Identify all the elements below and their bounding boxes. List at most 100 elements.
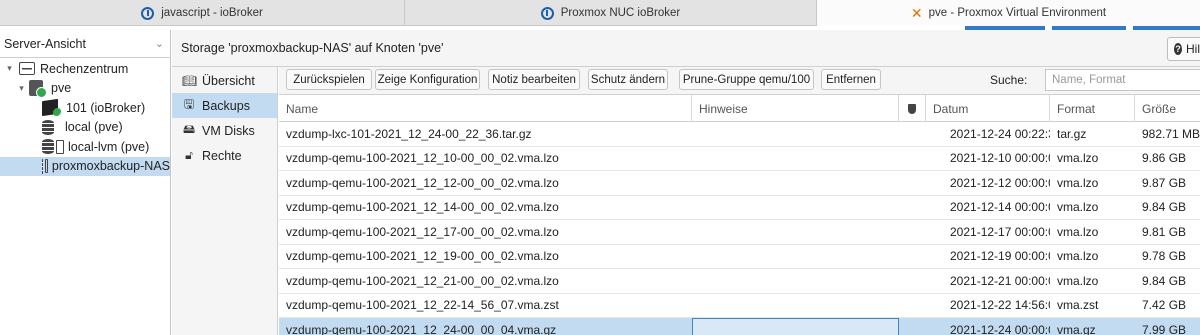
storage-icon bbox=[42, 119, 54, 135]
tab-label: pve - Proxmox Virtual Environment bbox=[928, 7, 1107, 19]
column-header-format[interactable]: Format bbox=[1050, 95, 1135, 122]
search-label: Suche: bbox=[990, 73, 1028, 87]
collapse-icon[interactable]: ▾ bbox=[16, 83, 27, 94]
resource-tree-panel: Server-Ansicht ⌄ ▾ Rechenzentrum ▾ pve 1… bbox=[0, 30, 171, 335]
iobroker-icon bbox=[141, 6, 155, 20]
backup-notes bbox=[692, 171, 899, 195]
help-button[interactable]: ? Hil bbox=[1167, 37, 1200, 61]
tree-node-pve[interactable]: ▾ pve bbox=[0, 79, 170, 99]
search-input[interactable]: Name, Format bbox=[1045, 69, 1200, 91]
table-row[interactable]: vzdump-qemu-100-2021_12_19-00_00_02.vma.… bbox=[279, 245, 1200, 269]
tab-label: Proxmox NUC ioBroker bbox=[560, 7, 681, 19]
browser-tab-pve[interactable]: ✕ pve - Proxmox Virtual Environment bbox=[817, 0, 1200, 26]
backup-format: vma.lzo bbox=[1057, 175, 1099, 190]
restore-button[interactable]: Zurückspielen bbox=[286, 69, 372, 90]
unlock-icon: 🔓︎ bbox=[185, 148, 193, 162]
view-select[interactable]: Server-Ansicht ⌄ bbox=[0, 30, 170, 58]
device-icon bbox=[56, 139, 64, 154]
backup-protected bbox=[899, 294, 926, 318]
shield-icon bbox=[908, 103, 916, 114]
table-row[interactable]: vzdump-qemu-100-2021_12_17-00_00_02.vma.… bbox=[279, 220, 1200, 245]
backup-notes bbox=[692, 269, 899, 293]
help-button-label: Hil bbox=[1186, 42, 1200, 56]
backup-protected bbox=[899, 318, 926, 335]
backup-name: vzdump-qemu-100-2021_12_19-00_00_02.vma.… bbox=[286, 249, 559, 264]
tree-node-storage-local-lvm[interactable]: local-lvm (pve) bbox=[0, 137, 170, 157]
resource-tree: ▾ Rechenzentrum ▾ pve 101 (ioBroker) loc… bbox=[0, 58, 170, 176]
subnav-item-permissions[interactable]: 🔓︎ Rechte bbox=[172, 143, 277, 168]
backup-date: 2021-12-10 00:00:02 bbox=[950, 151, 1050, 166]
table-row[interactable]: vzdump-lxc-101-2021_12_24-00_22_36.tar.g… bbox=[279, 122, 1200, 147]
subnav-item-label: Backups bbox=[202, 98, 250, 113]
remove-button[interactable]: Entfernen bbox=[821, 69, 881, 90]
backup-protected bbox=[899, 171, 926, 195]
table-row[interactable]: vzdump-qemu-100-2021_12_10-00_00_02.vma.… bbox=[279, 147, 1200, 171]
backup-date: 2021-12-14 00:00:02 bbox=[950, 200, 1050, 215]
backup-notes bbox=[692, 294, 899, 318]
subnav-item-vm-disks[interactable]: 🖴︎ VM Disks bbox=[172, 118, 277, 143]
prune-group-button[interactable]: Prune-Gruppe qemu/100 bbox=[679, 69, 814, 90]
backup-name: vzdump-qemu-100-2021_12_12-00_00_02.vma.… bbox=[286, 175, 559, 190]
collapse-icon[interactable]: ▾ bbox=[4, 63, 15, 74]
column-header-name[interactable]: Name bbox=[279, 95, 692, 122]
tree-node-datacenter[interactable]: ▾ Rechenzentrum bbox=[0, 59, 170, 79]
table-row[interactable]: vzdump-qemu-100-2021_12_22-14_56_07.vma.… bbox=[279, 294, 1200, 318]
tab-label: javascript - ioBroker bbox=[161, 7, 263, 19]
floppy-disk-icon: 🖫︎ bbox=[183, 97, 195, 111]
browser-tab-proxmox-nuc[interactable]: Proxmox NUC ioBroker bbox=[405, 0, 817, 26]
tree-node-label: proxmoxbackup-NAS bbox=[51, 159, 170, 174]
backup-protected bbox=[899, 147, 926, 171]
view-select-value: Server-Ansicht bbox=[4, 36, 86, 51]
show-configuration-button[interactable]: Zeige Konfiguration bbox=[375, 69, 480, 90]
tree-node-label: 101 (ioBroker) bbox=[66, 100, 146, 115]
backup-date: 2021-12-19 00:00:02 bbox=[950, 249, 1050, 264]
subnav-item-label: VM Disks bbox=[202, 123, 255, 138]
subnav-item-label: Übersicht bbox=[202, 73, 255, 88]
column-header-size[interactable]: Größe bbox=[1135, 95, 1200, 122]
column-header-notes[interactable]: Hinweise bbox=[692, 95, 899, 122]
subnav-item-overview[interactable]: 📖︎ Übersicht bbox=[172, 68, 277, 93]
datacenter-icon bbox=[19, 62, 35, 76]
column-header-date[interactable]: Datum bbox=[926, 95, 1050, 122]
backup-protected bbox=[899, 245, 926, 269]
column-header-protected[interactable] bbox=[899, 95, 926, 122]
backup-size: 9.84 GB bbox=[1142, 273, 1187, 288]
backup-notes bbox=[692, 147, 899, 171]
backup-date: 2021-12-21 00:00:02 bbox=[950, 273, 1050, 288]
backup-size: 982.71 MB bbox=[1142, 126, 1200, 141]
page-title: Storage 'proxmoxbackup-NAS' auf Knoten '… bbox=[181, 41, 444, 55]
edit-notes-button[interactable]: Notiz bearbeiten bbox=[488, 69, 580, 90]
backup-size: 9.81 GB bbox=[1142, 224, 1187, 239]
backup-notes bbox=[692, 196, 899, 220]
backup-name: vzdump-lxc-101-2021_12_24-00_22_36.tar.g… bbox=[286, 126, 532, 141]
proxmox-icon: ✕ bbox=[910, 5, 923, 21]
backup-notes-editor[interactable] bbox=[692, 318, 899, 335]
table-row[interactable]: vzdump-qemu-100-2021_12_12-00_00_02.vma.… bbox=[279, 171, 1200, 196]
backup-name: vzdump-qemu-100-2021_12_24-00_00_04.vma.… bbox=[286, 322, 557, 335]
tree-node-storage-local[interactable]: local (pve) bbox=[0, 118, 170, 138]
chevron-down-icon: ⌄ bbox=[154, 38, 164, 50]
subnav-item-backups[interactable]: 🖫︎ Backups bbox=[172, 93, 277, 118]
backup-date: 2021-12-24 00:00:04 bbox=[950, 322, 1050, 335]
table-row[interactable]: vzdump-qemu-100-2021_12_14-00_00_02.vma.… bbox=[279, 196, 1200, 220]
backup-size: 7.42 GB bbox=[1142, 298, 1187, 313]
backup-protected bbox=[899, 269, 926, 293]
browser-tab-iobroker-javascript[interactable]: javascript - ioBroker bbox=[0, 0, 405, 26]
hard-disk-icon: 🖴︎ bbox=[182, 122, 196, 136]
grid-header: Name Hinweise Datum Format Größe bbox=[279, 95, 1200, 122]
tree-node-label: local (pve) bbox=[65, 120, 123, 135]
backup-size: 9.87 GB bbox=[1142, 175, 1187, 190]
backup-name: vzdump-qemu-100-2021_12_17-00_00_02.vma.… bbox=[286, 224, 559, 239]
backup-format: vma.lzo bbox=[1057, 224, 1099, 239]
backup-size: 7.99 GB bbox=[1142, 322, 1187, 335]
backup-format: vma.lzo bbox=[1057, 151, 1099, 166]
tree-node-container-101[interactable]: 101 (ioBroker) bbox=[0, 98, 170, 118]
server-online-icon bbox=[29, 80, 47, 99]
table-row-selected[interactable]: vzdump-qemu-100-2021_12_24-00_00_04.vma.… bbox=[279, 318, 1200, 335]
tree-node-label: Rechenzentrum bbox=[40, 61, 129, 76]
table-row[interactable]: vzdump-qemu-100-2021_12_21-00_00_02.vma.… bbox=[279, 269, 1200, 294]
backup-size: 9.84 GB bbox=[1142, 200, 1187, 215]
backup-date: 2021-12-22 14:56:07 bbox=[950, 298, 1050, 313]
tree-node-storage-proxmoxbackup-nas[interactable]: proxmoxbackup-NAS bbox=[0, 156, 170, 176]
change-protection-button[interactable]: Schutz ändern bbox=[588, 69, 668, 90]
